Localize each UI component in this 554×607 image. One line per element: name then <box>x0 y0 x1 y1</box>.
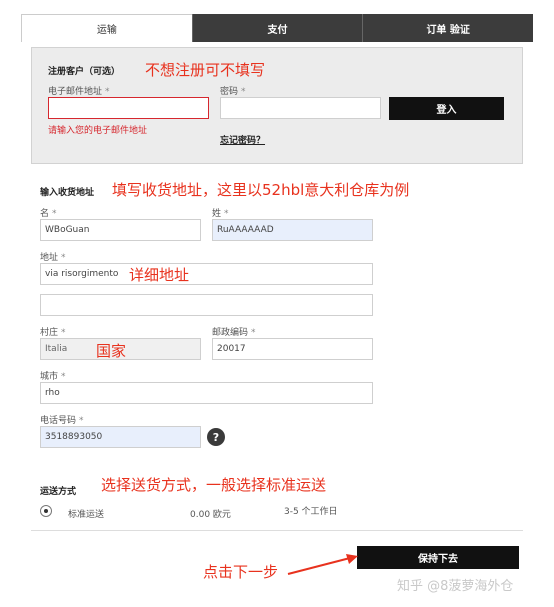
phone-field[interactable]: 3518893050 <box>40 426 201 448</box>
continue-button[interactable]: 保持下去 <box>357 546 519 569</box>
login-title: 注册客户（可选） <box>48 67 121 77</box>
annotation-country: 国家 <box>96 342 127 360</box>
password-field[interactable] <box>220 97 381 119</box>
password-label: 密码 * <box>220 87 246 97</box>
street-line2-field[interactable] <box>40 294 373 316</box>
shipping-method-title: 运送方式 <box>40 487 77 497</box>
checkout-tabs: 运输 支付 订单 验证 <box>21 14 534 42</box>
shipping-delivery-time: 3-5 个工作日 <box>284 507 338 517</box>
email-field[interactable] <box>48 97 209 119</box>
tab-shipping[interactable]: 运输 <box>21 14 192 42</box>
city-field[interactable]: rho <box>40 382 373 404</box>
street-label: 地址 * <box>40 253 66 263</box>
shipping-price: 0.00 欧元 <box>190 510 231 520</box>
help-icon[interactable]: ? <box>207 428 225 446</box>
last-name-label: 姓 * <box>212 209 229 219</box>
city-label: 城市 * <box>40 372 66 382</box>
tab-payment[interactable]: 支付 <box>191 14 363 42</box>
watermark: 知乎 @8菠萝海外仓 <box>397 579 514 594</box>
country-label: 村庄 * <box>40 328 66 338</box>
annotation-street: 详细地址 <box>129 266 190 284</box>
postcode-field[interactable]: 20017 <box>212 338 373 360</box>
last-name-field[interactable]: RuAAAAAAD <box>212 219 373 241</box>
email-label: 电子邮件地址 * <box>48 87 110 97</box>
forgot-password-link[interactable]: 忘记密码？ <box>220 133 265 146</box>
first-name-field[interactable]: WBoGuan <box>40 219 201 241</box>
shipping-method-name: 标准运送 <box>68 510 105 520</box>
street-field[interactable]: via risorgimento <box>40 263 373 285</box>
login-button[interactable]: 登入 <box>389 97 504 120</box>
shipping-radio[interactable] <box>40 505 52 517</box>
first-name-label: 名 * <box>40 209 57 219</box>
postcode-label: 邮政编码 * <box>212 328 256 338</box>
divider <box>31 530 523 531</box>
annotation-shipping: 选择送货方式，一般选择标准运送 <box>101 476 327 494</box>
tab-order-review[interactable]: 订单 验证 <box>362 14 534 42</box>
email-error: 请输入您的电子邮件地址 <box>48 126 148 136</box>
address-title: 输入收货地址 <box>40 188 95 198</box>
annotation-login: 不想注册可不填写 <box>145 61 266 79</box>
annotation-next: 点击下一步 <box>203 563 279 581</box>
annotation-address: 填写收货地址，这里以52hbl意大利仓库为例 <box>112 181 410 199</box>
phone-label: 电话号码 * <box>40 416 84 426</box>
arrow-icon <box>287 554 358 575</box>
